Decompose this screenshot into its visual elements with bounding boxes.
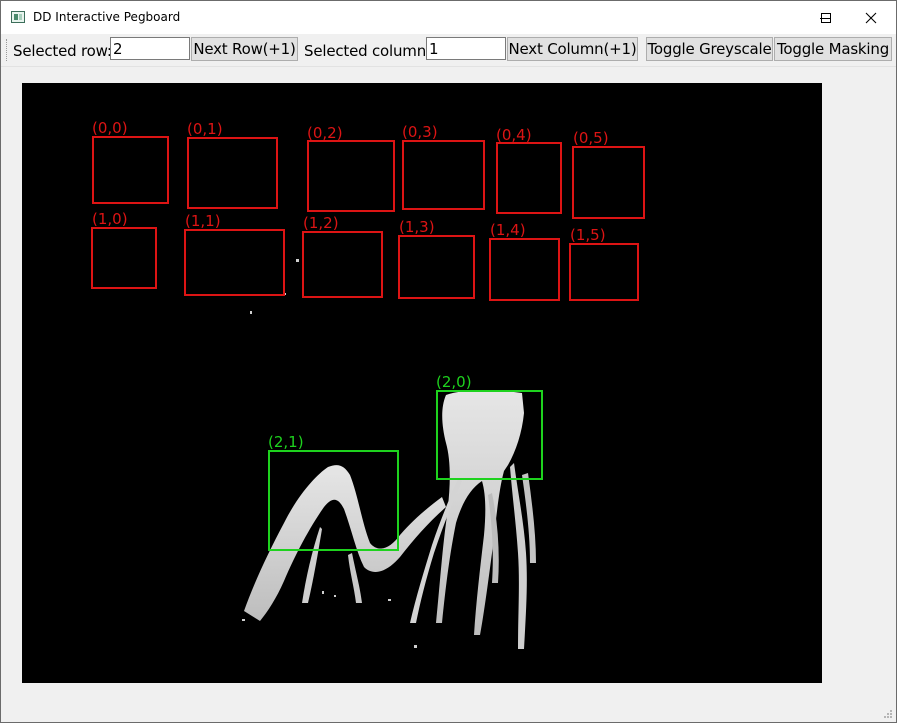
peg-box-selected[interactable]: [268, 450, 399, 551]
toggle-greyscale-button[interactable]: Toggle Greyscale: [646, 37, 773, 61]
peg-box[interactable]: [92, 136, 169, 204]
app-icon: [11, 11, 25, 23]
peg-label: (1,4): [490, 221, 526, 239]
selected-row-input[interactable]: 2: [110, 37, 190, 60]
peg-label: (1,2): [303, 214, 339, 232]
peg-box[interactable]: [496, 142, 562, 214]
peg-box[interactable]: [307, 140, 395, 212]
peg-box-selected[interactable]: [436, 390, 543, 480]
close-button[interactable]: [849, 1, 895, 34]
peg-label: (1,5): [570, 226, 606, 244]
peg-label: (0,3): [402, 123, 438, 141]
peg-box[interactable]: [187, 137, 278, 209]
peg-label: (1,3): [399, 218, 435, 236]
resize-grip-icon[interactable]: [883, 709, 893, 719]
peg-box[interactable]: [569, 243, 639, 301]
peg-box[interactable]: [402, 140, 485, 210]
peg-box[interactable]: [91, 227, 157, 289]
peg-label-selected: (2,0): [436, 373, 472, 391]
peg-label: (1,1): [185, 212, 221, 230]
pegboard-image[interactable]: (0,0) (0,1) (0,2) (0,3) (0,4) (0,5) (1,0…: [22, 83, 822, 683]
peg-box[interactable]: [184, 229, 285, 296]
peg-label: (0,1): [187, 120, 223, 138]
title-bar[interactable]: DD Interactive Pegboard: [1, 1, 896, 34]
peg-box[interactable]: [572, 146, 645, 219]
toggle-masking-button[interactable]: Toggle Masking: [774, 37, 892, 61]
window-title: DD Interactive Pegboard: [33, 10, 181, 24]
peg-box[interactable]: [489, 238, 560, 301]
selected-column-label: Selected column:: [304, 42, 431, 60]
selected-row-label: Selected row:: [13, 42, 112, 60]
toolbar-grip[interactable]: [6, 39, 10, 61]
peg-label: (0,0): [92, 119, 128, 137]
next-row-button[interactable]: Next Row(+1): [191, 37, 298, 61]
maximize-button[interactable]: [804, 1, 848, 34]
selected-column-input[interactable]: 1: [426, 37, 506, 60]
peg-label: (1,0): [92, 210, 128, 228]
maximize-icon: [821, 13, 831, 23]
peg-box[interactable]: [398, 235, 475, 299]
toolbar: Selected row: 2 Next Row(+1) Selected co…: [1, 34, 896, 67]
peg-label: (0,5): [573, 129, 609, 147]
app-window: DD Interactive Pegboard Selected row: 2 …: [0, 0, 897, 723]
close-icon: [865, 12, 877, 24]
peg-label-selected: (2,1): [268, 433, 304, 451]
peg-box[interactable]: [302, 231, 383, 298]
next-column-button[interactable]: Next Column(+1): [507, 37, 638, 61]
